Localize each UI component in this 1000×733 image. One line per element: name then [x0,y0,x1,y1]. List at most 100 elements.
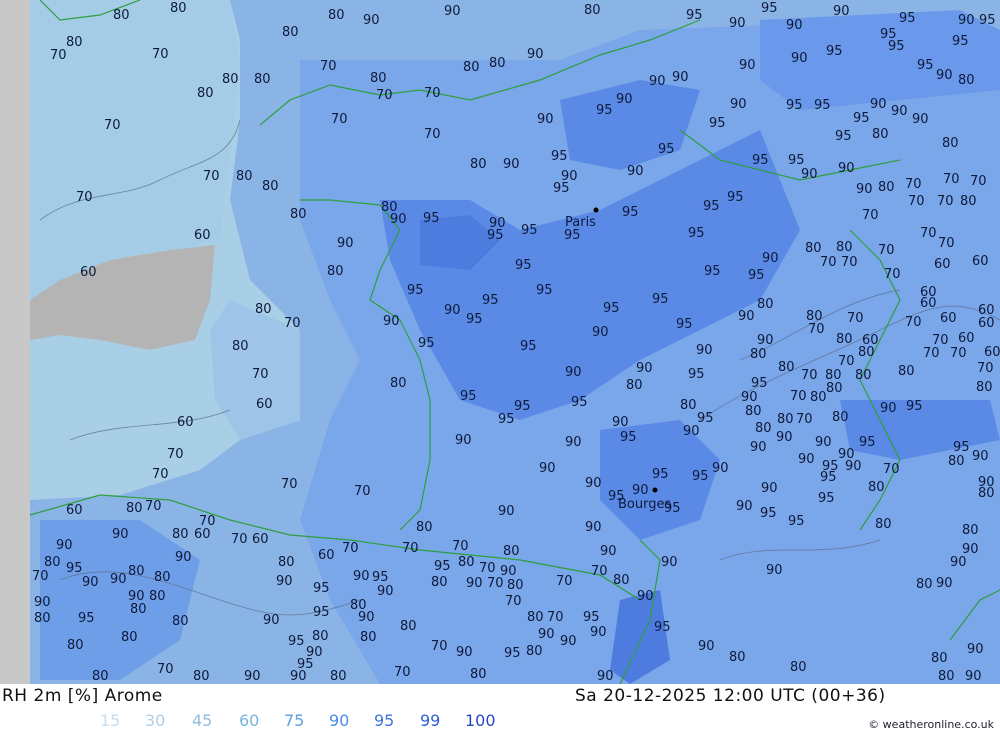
svg-text:95: 95 [313,605,330,620]
svg-text:60: 60 [920,296,937,311]
svg-text:90: 90 [627,164,644,179]
svg-text:90: 90 [527,47,544,62]
svg-text:70: 70 [970,174,987,189]
svg-text:80: 80 [328,8,345,23]
svg-text:60: 60 [194,527,211,542]
svg-text:70: 70 [167,447,184,462]
svg-text:70: 70 [376,88,393,103]
svg-text:90: 90 [958,13,975,28]
svg-text:70: 70 [841,255,858,270]
svg-text:90: 90 [750,440,767,455]
no-data-area [0,0,30,684]
svg-text:90: 90 [738,309,755,324]
svg-text:95: 95 [888,39,905,54]
svg-text:90: 90 [390,212,407,227]
svg-text:80: 80 [826,381,843,396]
svg-text:80: 80 [126,501,143,516]
svg-text:70: 70 [847,311,864,326]
svg-text:90: 90 [498,504,515,519]
svg-text:70: 70 [923,346,940,361]
svg-text:90: 90 [34,595,51,610]
svg-text:95: 95 [692,469,709,484]
svg-text:70: 70 [943,172,960,187]
svg-text:95: 95 [553,181,570,196]
weather-map: 80 80 80 70 70 70 80 80 90 90 80 95 90 95 90 90 … [0,0,1000,684]
svg-text:70: 70 [878,243,895,258]
svg-text:60: 60 [256,397,273,412]
svg-text:95: 95 [727,190,744,205]
svg-text:80: 80 [130,602,147,617]
svg-text:70: 70 [950,346,967,361]
svg-text:95: 95 [826,44,843,59]
svg-text:80: 80 [312,629,329,644]
svg-text:90: 90 [565,435,582,450]
svg-text:90: 90 [600,544,617,559]
svg-text:80: 80 [370,71,387,86]
svg-text:95: 95 [583,610,600,625]
svg-text:95: 95 [536,283,553,298]
svg-text:80: 80 [113,8,130,23]
svg-text:80: 80 [463,60,480,75]
svg-text:80: 80 [121,630,138,645]
svg-text:90: 90 [597,669,614,684]
svg-text:60: 60 [940,311,957,326]
svg-text:95: 95 [418,336,435,351]
svg-text:80: 80 [128,564,145,579]
svg-text:95: 95 [786,98,803,113]
svg-text:90: 90 [585,476,602,491]
svg-text:80: 80 [810,390,827,405]
svg-text:90: 90 [696,343,713,358]
svg-text:70: 70 [591,564,608,579]
svg-text:90: 90 [632,483,649,498]
svg-text:95: 95 [564,228,581,243]
site-credit[interactable]: © weatheronline.co.uk [868,718,994,731]
svg-text:95: 95 [620,430,637,445]
svg-text:80: 80 [255,302,272,317]
svg-text:80: 80 [938,669,955,684]
svg-text:95: 95 [676,317,693,332]
svg-text:90: 90 [649,74,666,89]
svg-text:80: 80 [729,650,746,665]
svg-text:95: 95 [571,395,588,410]
svg-text:95: 95 [760,506,777,521]
svg-text:80: 80 [66,35,83,50]
svg-text:70: 70 [231,532,248,547]
legend-label: 90 [329,711,350,730]
svg-text:80: 80 [832,410,849,425]
svg-text:60: 60 [318,548,335,563]
svg-text:90: 90 [936,68,953,83]
svg-text:95: 95 [603,301,620,316]
svg-text:90: 90 [276,574,293,589]
svg-text:95: 95 [814,98,831,113]
svg-text:95: 95 [658,142,675,157]
svg-text:90: 90 [337,236,354,251]
legend-label: 30 [145,711,166,730]
svg-text:90: 90 [358,610,375,625]
svg-text:90: 90 [56,538,73,553]
svg-text:90: 90 [466,576,483,591]
svg-text:90: 90 [757,333,774,348]
svg-text:90: 90 [263,613,280,628]
svg-text:70: 70 [479,561,496,576]
svg-text:95: 95 [652,292,669,307]
svg-text:95: 95 [751,376,768,391]
svg-text:95: 95 [704,264,721,279]
svg-text:90: 90 [766,563,783,578]
svg-text:90: 90 [637,589,654,604]
svg-text:90: 90 [845,459,862,474]
svg-text:80: 80 [197,86,214,101]
city-dot-paris [593,207,599,213]
svg-text:70: 70 [862,208,879,223]
svg-text:90: 90 [698,639,715,654]
svg-text:80: 80 [680,398,697,413]
svg-text:80: 80 [777,412,794,427]
svg-text:95: 95 [835,129,852,144]
svg-text:95: 95 [748,268,765,283]
svg-text:95: 95 [498,412,515,427]
svg-text:70: 70 [452,539,469,554]
svg-text:95: 95 [899,11,916,26]
svg-text:80: 80 [236,169,253,184]
svg-text:90: 90 [880,401,897,416]
svg-text:90: 90 [972,449,989,464]
svg-text:95: 95 [788,514,805,529]
